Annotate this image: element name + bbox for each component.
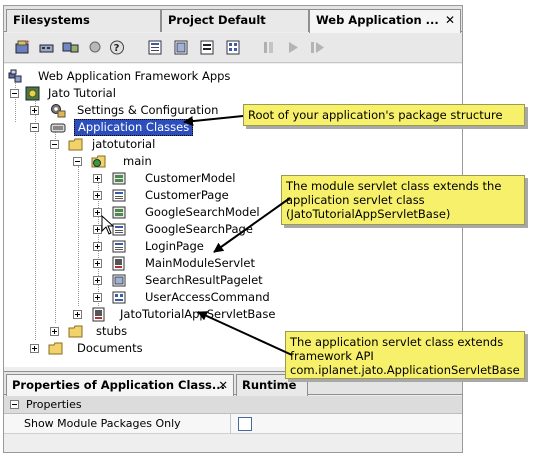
- new-module-icon[interactable]: *: [14, 39, 32, 56]
- bookmark-icon[interactable]: [260, 39, 278, 56]
- svg-text:*: *: [26, 39, 30, 47]
- tree-node-label-selected: Application Classes: [74, 119, 194, 136]
- tab-filesystems[interactable]: Filesystems: [6, 9, 161, 32]
- settings-icon: [50, 103, 66, 118]
- tree-node-label: Documents: [77, 341, 143, 355]
- tree-node-label: GoogleSearchPage: [145, 222, 253, 236]
- page-icon-2[interactable]: [172, 39, 190, 56]
- tab-label: Project Default: [168, 13, 266, 27]
- play-icon[interactable]: [284, 39, 302, 56]
- tree-node-label: GoogleSearchModel: [145, 205, 260, 219]
- folder-icon: [48, 341, 64, 356]
- close-icon[interactable]: ✕: [218, 375, 228, 395]
- page-icon-4[interactable]: [224, 39, 242, 56]
- expand-toggle[interactable]: [93, 191, 102, 200]
- expand-toggle[interactable]: [30, 106, 39, 115]
- play-next-icon[interactable]: [308, 39, 326, 56]
- property-label: Show Module Packages Only: [24, 417, 181, 430]
- tab-label: Web Application ...: [316, 13, 439, 27]
- tree-node-label: CustomerPage: [145, 188, 229, 202]
- property-row: Show Module Packages Only: [4, 414, 462, 434]
- tree-node-label: JatoTutorialAppServletBase: [120, 307, 276, 321]
- tree-node-label: jatotutorial: [92, 137, 156, 151]
- mount-icon[interactable]: [38, 39, 56, 56]
- collapse-toggle[interactable]: [73, 157, 82, 166]
- bulb-icon[interactable]: [86, 39, 104, 56]
- collapse-toggle[interactable]: [10, 400, 19, 409]
- expand-toggle[interactable]: [93, 259, 102, 268]
- tab-label: Properties of Application Class...: [12, 378, 225, 392]
- explorer-window: Filesystems Project Default Web Applicat…: [3, 5, 463, 453]
- tab-properties[interactable]: Properties of Application Class... ✕: [6, 374, 234, 396]
- tab-bar: Filesystems Project Default Web Applicat…: [4, 6, 462, 33]
- section-label: Properties: [26, 398, 82, 411]
- page-icon-1[interactable]: [146, 39, 164, 56]
- expand-toggle[interactable]: [93, 242, 102, 251]
- web-app-icon: [25, 86, 41, 101]
- servlet-class-icon: [91, 307, 107, 322]
- page-class-icon: [111, 239, 127, 254]
- svg-text:?: ?: [114, 43, 120, 54]
- module-folder-icon: [91, 154, 107, 169]
- collapse-toggle[interactable]: [30, 123, 39, 132]
- callout-app-servlet: The application servlet class extends fr…: [285, 331, 525, 379]
- collapse-toggle[interactable]: [10, 89, 19, 98]
- expand-toggle[interactable]: [50, 327, 59, 336]
- classes-root-icon: [50, 120, 66, 135]
- expand-toggle[interactable]: [93, 276, 102, 285]
- expand-toggle[interactable]: [93, 293, 102, 302]
- expand-toggle[interactable]: [73, 310, 82, 319]
- command-class-icon: [111, 290, 127, 305]
- page-icon-3[interactable]: [198, 39, 216, 56]
- tree-node-label: Jato Tutorial: [48, 86, 116, 100]
- collapse-toggle[interactable]: [50, 140, 59, 149]
- callout-text: Root of your application's package struc…: [248, 108, 503, 122]
- callout-text: The module servlet class extends the app…: [286, 179, 502, 221]
- callout-module-servlet: The module servlet class extends the app…: [281, 175, 525, 225]
- app-folder-icon: [8, 69, 24, 84]
- servlet-class-icon: [111, 256, 127, 271]
- tree-node-label: stubs: [96, 324, 128, 338]
- model-class-icon: [111, 171, 127, 186]
- callout-text: The application servlet class extends fr…: [290, 335, 520, 377]
- tab-web-application[interactable]: Web Application ... ✕: [309, 9, 461, 33]
- help-icon[interactable]: ?: [108, 39, 126, 56]
- tree-node-label: CustomerModel: [145, 171, 236, 185]
- tab-project-default[interactable]: Project Default: [161, 9, 309, 32]
- folder-icon: [68, 324, 84, 339]
- toolbar: * ?: [4, 33, 462, 63]
- tree-node-label: Settings & Configuration: [77, 103, 219, 117]
- page-class-icon: [111, 188, 127, 203]
- close-icon[interactable]: ✕: [445, 10, 455, 31]
- pagelet-class-icon: [111, 273, 127, 288]
- expand-toggle[interactable]: [93, 174, 102, 183]
- mouse-cursor-icon: [101, 215, 115, 235]
- tab-label: Filesystems: [13, 13, 90, 27]
- tab-label: Runtime: [242, 378, 297, 392]
- folder-icon: [68, 137, 84, 152]
- tree-node-label: LoginPage: [145, 239, 204, 253]
- tree-root-label: Web Application Framework Apps: [38, 69, 231, 83]
- column-divider[interactable]: [230, 414, 231, 434]
- properties-section-header[interactable]: Properties: [4, 396, 462, 414]
- tree-node-label: SearchResultPagelet: [145, 273, 263, 287]
- tree-node-label: main: [123, 154, 152, 168]
- callout-root: Root of your application's package struc…: [243, 104, 525, 126]
- tree-node-label: MainModuleServlet: [145, 256, 255, 270]
- tree-node-label: UserAccessCommand: [145, 290, 270, 304]
- configure-icon[interactable]: [62, 39, 80, 56]
- show-module-packages-checkbox[interactable]: [238, 417, 252, 431]
- expand-toggle[interactable]: [30, 344, 39, 353]
